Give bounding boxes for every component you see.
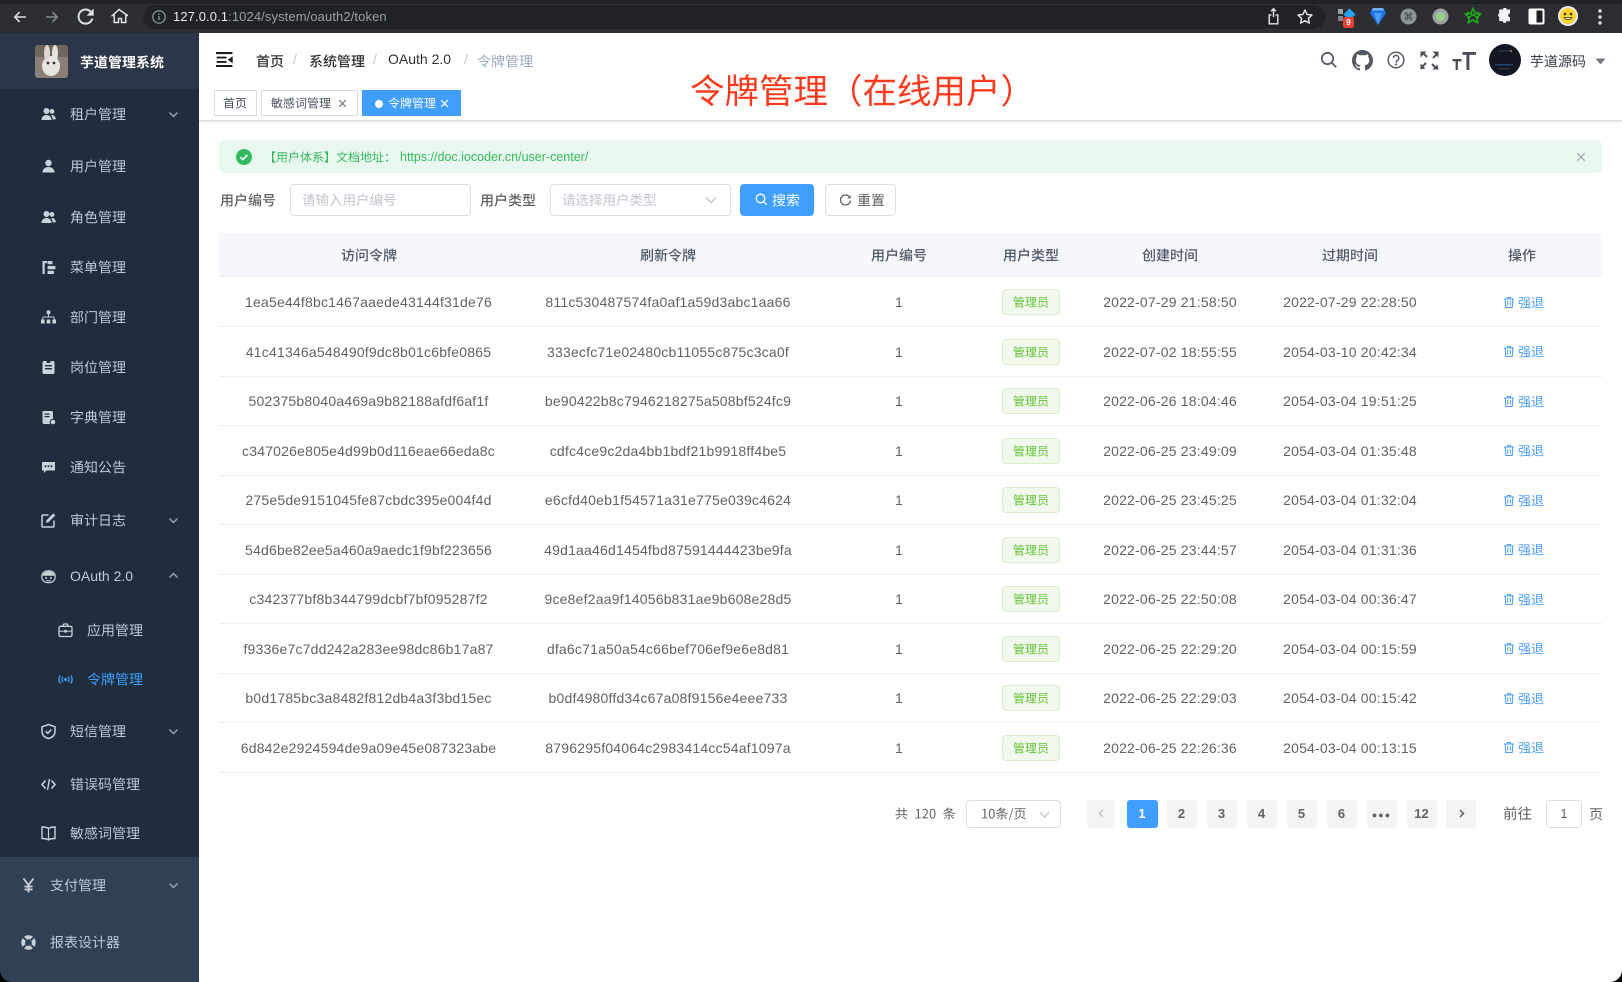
svg-text:⌘: ⌘: [1404, 12, 1414, 23]
